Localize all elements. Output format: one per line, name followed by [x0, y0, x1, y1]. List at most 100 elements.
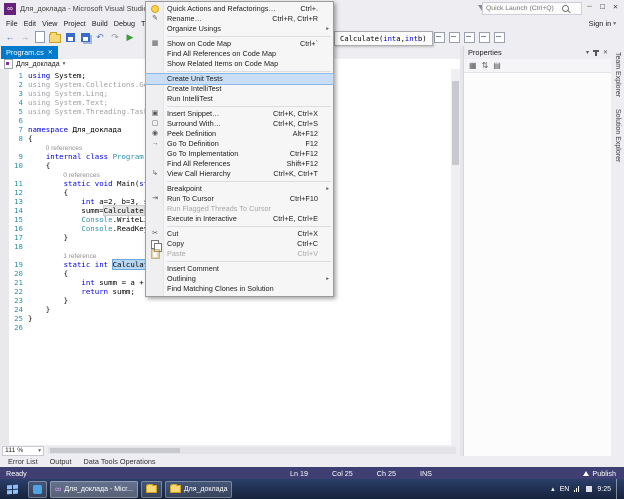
- menu-item-insert-comment[interactable]: Insert Comment: [146, 264, 333, 274]
- minimize-button[interactable]: ─: [583, 1, 596, 12]
- menu-item-find-matching-clones-in-solution[interactable]: Find Matching Clones in Solution: [146, 284, 333, 294]
- menu-debug[interactable]: Debug: [111, 19, 138, 28]
- volume-icon[interactable]: [586, 486, 592, 492]
- menu-item-find-all-references-on-code-map[interactable]: Find All References on Code Map: [146, 49, 333, 59]
- menu-item-execute-in-interactive[interactable]: Execute in InteractiveCtrl+E, Ctrl+E: [146, 214, 333, 224]
- menu-item-organize-usings[interactable]: Organize Usings▸: [146, 24, 333, 34]
- bottom-tab-error-list[interactable]: Error List: [3, 457, 43, 466]
- taskbar-button-4[interactable]: Для_доклада: [165, 481, 233, 498]
- outdent-icon[interactable]: [478, 31, 490, 43]
- property-pages-icon[interactable]: ▤: [493, 61, 501, 70]
- menu-item-create-unit-tests[interactable]: Create Unit Tests: [146, 74, 333, 84]
- menu-build[interactable]: Build: [89, 19, 111, 28]
- uncomment-icon[interactable]: [448, 31, 460, 43]
- menu-item-create-intellitest[interactable]: Create IntelliTest: [146, 84, 333, 94]
- bookmark-icon[interactable]: [493, 31, 505, 43]
- sign-in-link[interactable]: Sign in ▾: [589, 19, 616, 28]
- start-debug-icon[interactable]: ▶: [124, 31, 136, 43]
- clock[interactable]: 9:25: [597, 486, 611, 493]
- pin-icon[interactable]: [595, 50, 597, 56]
- menu-item-view-call-hierarchy[interactable]: ↳View Call HierarchyCtrl+K, Ctrl+T: [146, 169, 333, 179]
- menu-item-rename[interactable]: ✎Rename…Ctrl+R, Ctrl+R: [146, 14, 333, 24]
- scrollbar-thumb[interactable]: [50, 448, 180, 453]
- close-button[interactable]: ✕: [609, 1, 622, 12]
- app-icon: [33, 485, 42, 494]
- menu-item-run-intellitest[interactable]: Run IntelliTest: [146, 94, 333, 104]
- taskbar-button-1[interactable]: [28, 481, 47, 498]
- menu-item-breakpoint[interactable]: Breakpoint▸: [146, 184, 333, 194]
- menu-item-insert-snippet[interactable]: ▣Insert Snippet…Ctrl+K, Ctrl+X: [146, 109, 333, 119]
- menu-separator: [167, 71, 331, 72]
- close-icon[interactable]: ✕: [603, 49, 608, 56]
- taskbar-button-3[interactable]: [141, 481, 162, 498]
- menu-item-cut[interactable]: ✂CutCtrl+X: [146, 229, 333, 239]
- menu-item-label: Find All References: [167, 159, 230, 169]
- keyboard-layout[interactable]: EN: [560, 486, 570, 493]
- menu-item-copy[interactable]: CopyCtrl+C: [146, 239, 333, 249]
- menu-item-go-to-implementation[interactable]: Go To ImplementationCtrl+F12: [146, 149, 333, 159]
- menu-file[interactable]: File: [3, 19, 21, 28]
- editor-vertical-scrollbar[interactable]: [451, 69, 460, 445]
- categorized-icon[interactable]: ▦: [469, 61, 477, 70]
- tray-expand-icon[interactable]: ▴: [551, 485, 555, 493]
- show-desktop-button[interactable]: [616, 479, 622, 499]
- back-icon[interactable]: ←: [4, 31, 16, 43]
- save-icon[interactable]: [64, 31, 76, 43]
- new-file-icon[interactable]: [34, 31, 46, 43]
- code-text: using System;: [28, 71, 86, 80]
- redo-icon[interactable]: ↷: [109, 31, 121, 43]
- code-line-26[interactable]: 26: [0, 323, 451, 332]
- menu-view[interactable]: View: [39, 19, 60, 28]
- bottom-tab-output[interactable]: Output: [45, 457, 77, 466]
- side-tab-solution-explorer[interactable]: Solution Explorer: [614, 109, 621, 162]
- menu-project[interactable]: Project: [60, 19, 88, 28]
- menu-edit[interactable]: Edit: [21, 19, 39, 28]
- zoom-control[interactable]: 111 % ▾: [2, 446, 44, 456]
- menu-item-quick-actions-and-refactorings[interactable]: Quick Actions and Refactorings…Ctrl+.: [146, 4, 333, 14]
- taskbar-button-2[interactable]: ∞Для_доклада - Micr...: [50, 481, 138, 498]
- menu-item-paste[interactable]: PasteCtrl+V: [146, 249, 333, 259]
- callhierarchy-icon: ↳: [149, 170, 161, 178]
- quick-launch-box[interactable]: [482, 2, 582, 15]
- navbar-project-dropdown[interactable]: Для_доклада: [16, 61, 60, 68]
- chevron-down-icon[interactable]: ▾: [586, 49, 589, 56]
- menu-bar: FileEditViewProjectBuildDebugTeam: [0, 17, 162, 29]
- network-icon[interactable]: [574, 486, 581, 492]
- menu-item-shortcut: Ctrl+.: [292, 4, 318, 14]
- menu-item-find-all-references[interactable]: Find All ReferencesShift+F12: [146, 159, 333, 169]
- maximize-button[interactable]: ☐: [596, 1, 609, 12]
- lightbulb-icon: [149, 5, 161, 13]
- menu-item-surround-with[interactable]: ▢Surround With…Ctrl+K, Ctrl+S: [146, 119, 333, 129]
- editor-bottom-bar: 111 % ▾: [0, 445, 460, 456]
- start-button[interactable]: [0, 479, 25, 499]
- side-tab-team-explorer[interactable]: Team Explorer: [614, 52, 621, 97]
- bottom-tab-data-tools-operations[interactable]: Data Tools Operations: [79, 457, 161, 466]
- quick-launch-input[interactable]: [486, 5, 562, 12]
- menu-item-show-on-code-map[interactable]: ▦Show on Code MapCtrl+`: [146, 39, 333, 49]
- alphabetical-icon[interactable]: ⇅: [482, 61, 489, 70]
- code-line-24[interactable]: 24 }: [0, 305, 451, 314]
- code-line-23[interactable]: 23 }: [0, 296, 451, 305]
- menu-item-label: Find Matching Clones in Solution: [167, 284, 274, 294]
- menu-item-outlining[interactable]: Outlining▸: [146, 274, 333, 284]
- publish-button[interactable]: Publish: [583, 469, 616, 478]
- undo-icon[interactable]: ↶: [94, 31, 106, 43]
- close-icon[interactable]: ✕: [48, 49, 53, 56]
- copy-icon: [149, 240, 161, 248]
- editor-horizontal-scrollbar[interactable]: [48, 447, 456, 454]
- comment-icon[interactable]: [433, 31, 445, 43]
- menu-item-run-to-cursor[interactable]: ⇥Run To CursorCtrl+F10: [146, 194, 333, 204]
- indent-icon[interactable]: [463, 31, 475, 43]
- tab-program-cs[interactable]: Program.cs ✕: [1, 46, 58, 59]
- open-file-icon[interactable]: [49, 31, 61, 43]
- scrollbar-thumb[interactable]: [452, 81, 459, 165]
- save-all-icon[interactable]: [79, 31, 91, 43]
- menu-item-run-flagged-threads-to-cursor[interactable]: Run Flagged Threads To Cursor: [146, 204, 333, 214]
- menu-item-show-related-items-on-code-map[interactable]: Show Related Items on Code Map: [146, 59, 333, 69]
- menu-item-peek-definition[interactable]: ◉Peek DefinitionAlt+F12: [146, 129, 333, 139]
- properties-header[interactable]: Properties ▾✕: [464, 46, 612, 59]
- code-line-25[interactable]: 25}: [0, 314, 451, 323]
- menu-item-go-to-definition[interactable]: →Go To DefinitionF12: [146, 139, 333, 149]
- forward-icon[interactable]: →: [19, 31, 31, 43]
- menu-separator: [167, 261, 331, 262]
